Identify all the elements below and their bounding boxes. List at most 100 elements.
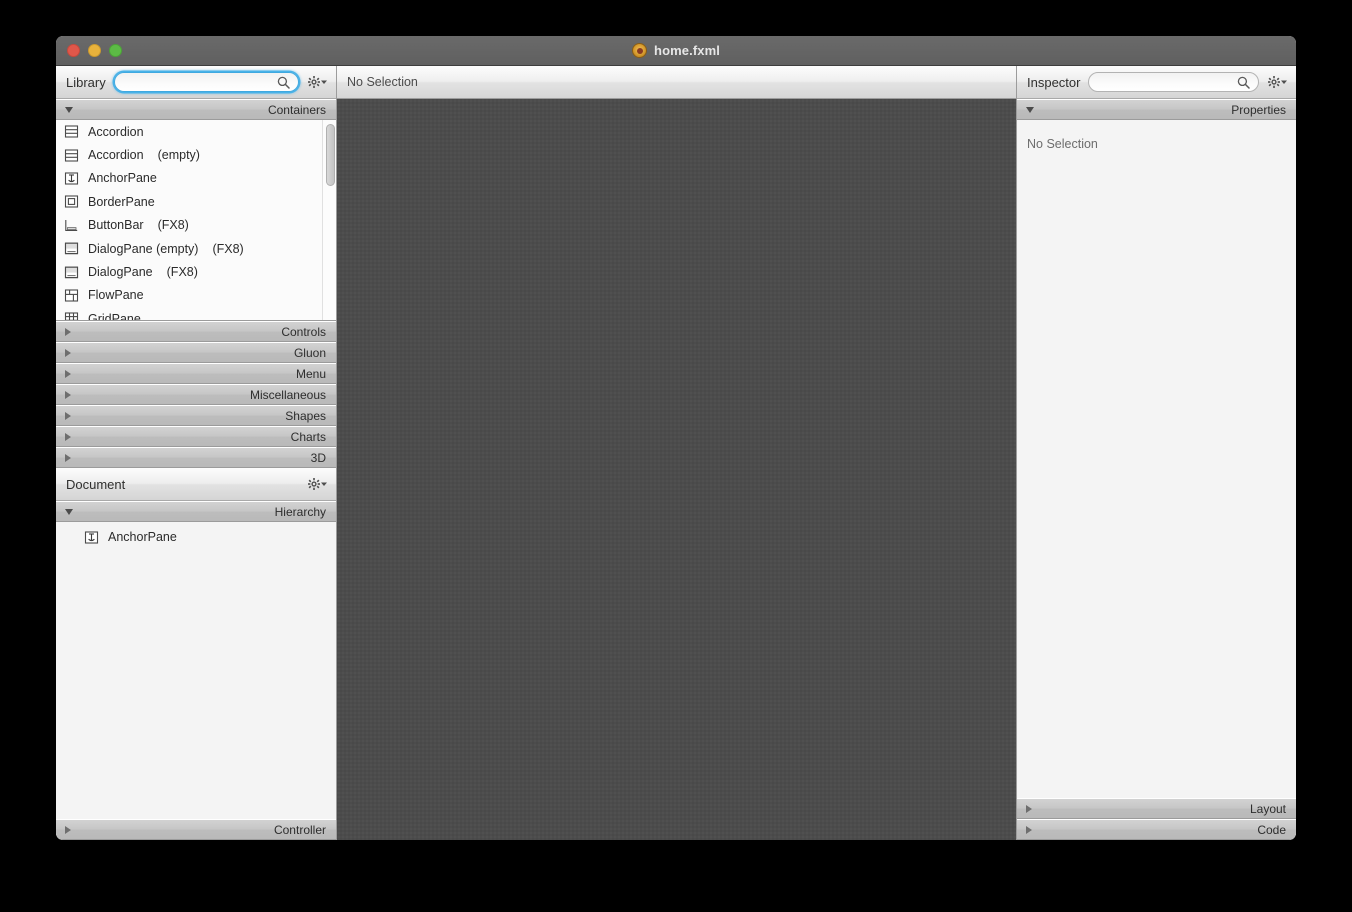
dialogpane-icon [64, 242, 79, 255]
library-section-label: Containers [267, 102, 326, 117]
list-item-label: Accordion [88, 148, 144, 163]
library-section-label: Menu [295, 366, 326, 381]
gear-icon [308, 478, 320, 490]
inspector-panel-header: Inspector [1017, 66, 1296, 99]
inspector-section-code[interactable]: Code [1017, 819, 1296, 840]
inspector-section-layout[interactable]: Layout [1017, 798, 1296, 819]
search-icon [277, 76, 290, 89]
chevron-right-icon [65, 348, 71, 357]
close-button[interactable] [67, 44, 80, 57]
library-title: Library [66, 74, 106, 90]
inspector-panel: Inspector Properties No Selection Layout… [1016, 66, 1296, 840]
content-selection-bar: No Selection [337, 66, 1016, 99]
list-item[interactable]: DialogPane (FX8) [56, 260, 322, 283]
library-section-charts[interactable]: Charts [56, 426, 336, 447]
window-title-group: home.fxml [56, 43, 1296, 58]
list-item[interactable]: BorderPane [56, 190, 322, 213]
gridpane-icon [64, 312, 79, 320]
window-title: home.fxml [654, 43, 720, 58]
list-item-label: Accordion [88, 124, 144, 139]
inspector-section-properties[interactable]: Properties [1017, 99, 1296, 120]
gear-icon [1268, 76, 1280, 88]
inspector-empty-text: No Selection [1027, 137, 1098, 151]
selection-status: No Selection [347, 75, 418, 89]
anchorpane-icon [84, 530, 99, 544]
content-panel: No Selection [337, 66, 1016, 840]
list-item[interactable]: DialogPane (empty) (FX8) [56, 237, 322, 260]
library-section-menu[interactable]: Menu [56, 363, 336, 384]
list-item-label: FlowPane [88, 288, 144, 303]
library-section-containers[interactable]: Containers [56, 99, 336, 120]
accordion-icon [64, 149, 79, 162]
list-item-suffix: (FX8) [166, 265, 198, 280]
dialogpane-icon [64, 266, 79, 278]
window-titlebar[interactable]: home.fxml [56, 36, 1296, 66]
traffic-lights [67, 44, 122, 57]
library-section-miscellaneous[interactable]: Miscellaneous [56, 384, 336, 405]
hierarchy-tree[interactable]: AnchorPane [56, 522, 336, 819]
tree-item-label: AnchorPane [108, 530, 177, 544]
tree-item-anchorpane[interactable]: AnchorPane [56, 522, 336, 546]
chevron-down-icon [1026, 106, 1034, 113]
chevron-right-icon [1026, 804, 1032, 813]
scene-builder-window: home.fxml Library Containers Accordion A… [56, 36, 1296, 840]
library-section-shapes[interactable]: Shapes [56, 405, 336, 426]
chevron-down-icon [65, 106, 73, 113]
library-menu-button[interactable] [307, 74, 328, 90]
chevron-right-icon [65, 369, 71, 378]
document-section-hierarchy[interactable]: Hierarchy [56, 501, 336, 522]
library-section-controls[interactable]: Controls [56, 321, 336, 342]
library-list-viewport: Accordion Accordion (empty) AnchorPane B… [56, 120, 322, 320]
code-label: Code [1257, 822, 1286, 837]
caret-down-icon [321, 482, 327, 486]
list-item[interactable]: Accordion [56, 120, 322, 143]
library-search-input[interactable] [114, 75, 277, 89]
list-item[interactable]: ButtonBar (FX8) [56, 214, 322, 237]
library-scrollbar[interactable] [322, 120, 336, 320]
list-item-label: AnchorPane [88, 171, 157, 186]
document-panel-header: Document [56, 468, 336, 501]
library-item-list[interactable]: Accordion Accordion (empty) AnchorPane B… [56, 120, 336, 321]
buttonbar-icon [65, 219, 78, 231]
window-body: Library Containers Accordion Accordion (… [56, 66, 1296, 840]
library-section-gluon[interactable]: Gluon [56, 342, 336, 363]
inspector-title: Inspector [1027, 74, 1081, 90]
library-scrollbar-thumb[interactable] [326, 124, 335, 186]
inspector-properties-body: No Selection [1017, 120, 1296, 798]
search-icon [1237, 76, 1250, 89]
caret-down-icon [321, 80, 327, 84]
list-item[interactable]: GridPane [56, 307, 322, 320]
list-item-suffix: (FX8) [157, 218, 189, 233]
list-item[interactable]: AnchorPane [56, 167, 322, 190]
gear-icon [308, 76, 320, 88]
library-panel-header: Library [56, 66, 336, 99]
library-section-label: 3D [310, 450, 326, 465]
borderpane-icon [64, 195, 79, 208]
properties-label: Properties [1231, 102, 1286, 117]
chevron-down-icon [65, 508, 73, 515]
document-title: Document [66, 476, 126, 492]
chevron-right-icon [65, 453, 71, 462]
list-item-label: DialogPane (empty) [88, 241, 199, 256]
library-section-label: Shapes [285, 408, 326, 423]
library-section-label: Charts [290, 429, 326, 444]
zoom-button[interactable] [109, 44, 122, 57]
chevron-right-icon [65, 390, 71, 399]
library-section-3d[interactable]: 3D [56, 447, 336, 468]
inspector-search-field[interactable] [1088, 72, 1259, 92]
inspector-search-input[interactable] [1089, 75, 1237, 89]
list-item[interactable]: Accordion (empty) [56, 143, 322, 166]
list-item-label: BorderPane [88, 194, 155, 209]
library-search-field[interactable] [113, 72, 299, 92]
controller-label: Controller [273, 822, 326, 837]
library-section-label: Controls [281, 324, 326, 339]
list-item[interactable]: FlowPane [56, 284, 322, 307]
design-canvas[interactable] [337, 99, 1016, 840]
document-menu-button[interactable] [307, 476, 328, 492]
list-item-suffix: (empty) [157, 148, 200, 163]
inspector-menu-button[interactable] [1267, 74, 1288, 90]
hierarchy-label: Hierarchy [274, 504, 326, 519]
document-section-controller[interactable]: Controller [56, 819, 336, 840]
minimize-button[interactable] [88, 44, 101, 57]
anchorpane-icon [64, 172, 79, 185]
